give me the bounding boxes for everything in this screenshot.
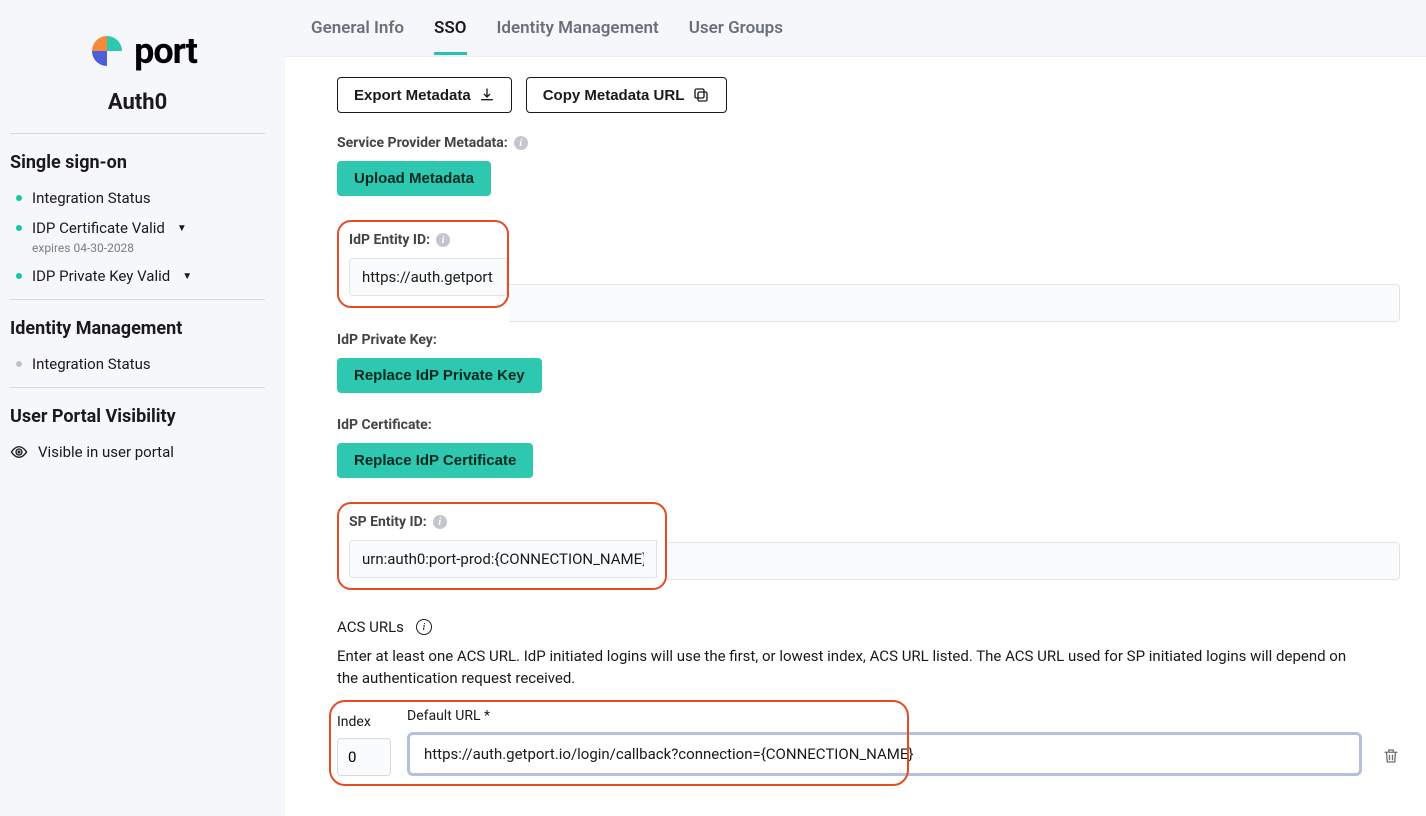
sidebar: port Auth0 Single sign-on Integration St… xyxy=(0,0,285,816)
acs-index-input[interactable] xyxy=(337,738,391,776)
info-icon[interactable]: i xyxy=(436,233,450,247)
sidebar-item-cert-expiry: expires 04-30-2028 xyxy=(32,241,265,255)
sp-entity-id-input-extension[interactable] xyxy=(667,542,1400,580)
chevron-down-icon: ▼ xyxy=(177,223,187,234)
sidebar-heading-idm: Identity Management xyxy=(10,318,265,339)
trash-icon xyxy=(1382,747,1400,765)
divider xyxy=(10,387,265,388)
acs-urls-title: ACS URLs xyxy=(337,618,404,636)
info-icon[interactable]: i xyxy=(514,136,528,150)
status-dot-icon xyxy=(16,195,22,201)
replace-idp-certificate-button[interactable]: Replace IdP Certificate xyxy=(337,443,533,478)
idp-certificate-label: IdP Certificate: xyxy=(337,417,432,433)
idp-entity-id-input-extension[interactable] xyxy=(509,284,1400,322)
divider xyxy=(10,133,265,134)
sp-entity-id-input[interactable] xyxy=(349,540,657,578)
info-icon[interactable]: i xyxy=(433,515,447,529)
copy-icon xyxy=(692,86,710,104)
tab-general[interactable]: General Info xyxy=(311,18,404,55)
tab-groups[interactable]: User Groups xyxy=(689,18,783,55)
info-icon[interactable]: i xyxy=(416,619,432,635)
content: Export Metadata Copy Metadata URL Servic… xyxy=(285,56,1426,816)
tab-idm[interactable]: Identity Management xyxy=(497,18,659,55)
idp-entity-id-label: IdP Entity ID: xyxy=(349,232,430,248)
logo-text: port xyxy=(134,30,197,72)
status-dot-icon xyxy=(16,361,22,367)
sp-metadata-label: Service Provider Metadata: xyxy=(337,135,508,151)
sidebar-title: Auth0 xyxy=(10,90,265,115)
acs-url-input[interactable] xyxy=(407,732,1362,776)
sidebar-item-portal-visibility[interactable]: Visible in user portal xyxy=(10,443,265,461)
delete-acs-row-button[interactable] xyxy=(1378,739,1400,776)
idp-private-key-label: IdP Private Key: xyxy=(337,332,437,348)
logo-mark-icon xyxy=(88,32,126,70)
download-icon xyxy=(479,87,495,103)
chevron-down-icon: ▼ xyxy=(182,271,192,282)
logo: port xyxy=(10,30,265,72)
highlight-idp-entity: IdP Entity ID: i xyxy=(337,220,509,308)
divider xyxy=(10,299,265,300)
tab-sso[interactable]: SSO xyxy=(434,18,466,55)
status-dot-icon xyxy=(16,273,22,279)
export-metadata-button[interactable]: Export Metadata xyxy=(337,77,512,113)
sp-entity-id-label: SP Entity ID: xyxy=(349,514,427,530)
upload-metadata-button[interactable]: Upload Metadata xyxy=(337,161,491,196)
tabs: General Info SSO Identity Management Use… xyxy=(285,0,1426,56)
sidebar-heading-portal: User Portal Visibility xyxy=(10,406,265,427)
sidebar-item-integration-status[interactable]: Integration Status xyxy=(10,189,265,207)
replace-idp-private-key-button[interactable]: Replace IdP Private Key xyxy=(337,358,542,393)
status-dot-icon xyxy=(16,225,22,231)
sidebar-item-idp-pk[interactable]: IDP Private Key Valid ▼ xyxy=(10,267,265,285)
idp-entity-id-input[interactable] xyxy=(349,258,507,296)
sidebar-item-idm-status[interactable]: Integration Status xyxy=(10,355,265,373)
highlight-sp-entity: SP Entity ID: i xyxy=(337,502,667,590)
portal-visibility-label: Visible in user portal xyxy=(38,443,174,461)
acs-url-label: Default URL * xyxy=(407,708,1362,724)
eye-icon xyxy=(10,443,28,461)
main: General Info SSO Identity Management Use… xyxy=(285,0,1426,816)
sidebar-item-idp-cert[interactable]: IDP Certificate Valid ▼ xyxy=(10,219,265,237)
acs-index-label: Index xyxy=(337,714,391,730)
sidebar-heading-sso: Single sign-on xyxy=(10,152,265,173)
acs-description: Enter at least one ACS URL. IdP initiate… xyxy=(337,646,1367,690)
copy-metadata-url-button[interactable]: Copy Metadata URL xyxy=(526,77,728,113)
